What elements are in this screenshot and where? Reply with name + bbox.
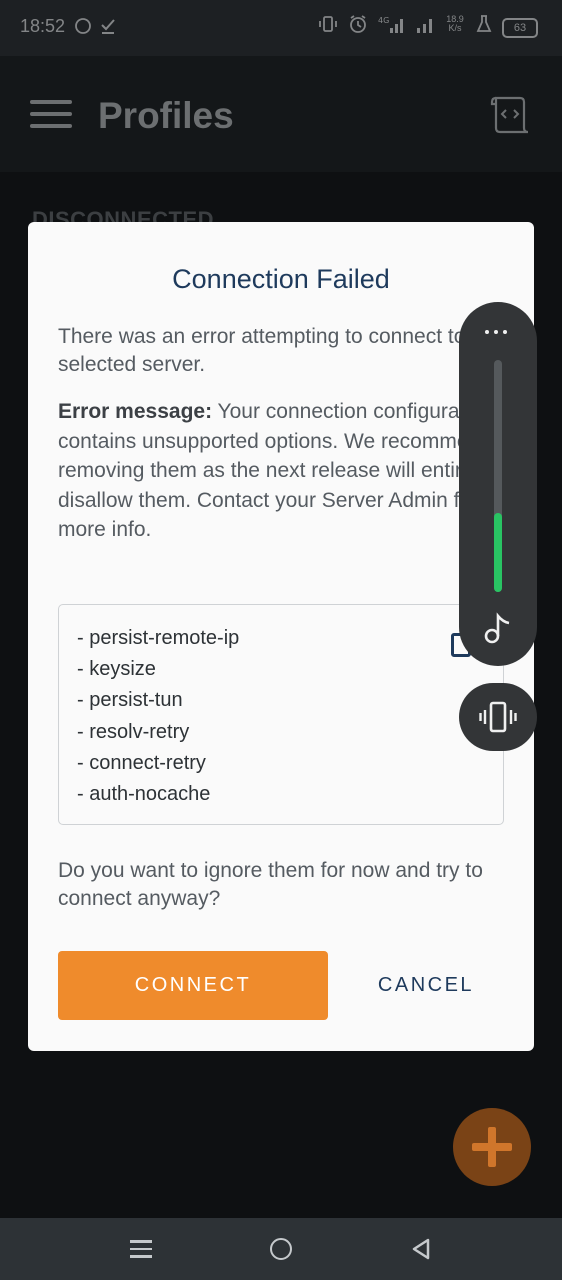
unsupported-options-box: - persist-remote-ip - keysize - persist-…	[58, 604, 504, 825]
dialog-title: Connection Failed	[172, 264, 390, 294]
dialog-intro-text: There was an error attempting to connect…	[58, 325, 501, 376]
volume-slider[interactable]	[494, 360, 502, 592]
option-item: - resolv-retry	[77, 720, 190, 743]
option-item: - persist-tun	[77, 689, 183, 712]
option-item: - auth-nocache	[77, 783, 211, 806]
vibrate-mode-button[interactable]	[459, 683, 537, 751]
error-message-label: Error message:	[58, 400, 213, 423]
home-icon[interactable]	[270, 1238, 292, 1260]
back-icon[interactable]	[410, 1238, 432, 1260]
system-nav-bar	[0, 1218, 562, 1280]
cancel-button[interactable]: CANCEL	[364, 951, 488, 1020]
option-item: - connect-retry	[77, 751, 206, 774]
volume-panel	[459, 302, 537, 666]
error-message: Error message: Your connection configura…	[58, 397, 528, 545]
volume-level-fill	[494, 513, 502, 592]
connect-button[interactable]: CONNECT	[58, 951, 328, 1020]
music-note-icon[interactable]	[481, 612, 515, 646]
option-item: - keysize	[77, 658, 156, 681]
recent-apps-icon[interactable]	[130, 1240, 152, 1260]
dialog-question: Do you want to ignore them for now and t…	[58, 859, 483, 910]
more-horizontal-icon[interactable]	[485, 330, 507, 334]
option-item: - persist-remote-ip	[77, 627, 240, 649]
unsupported-options-list: - persist-remote-ip - keysize - persist-…	[77, 623, 239, 810]
add-profile-button[interactable]	[453, 1108, 531, 1186]
vibrate-icon	[479, 700, 517, 734]
